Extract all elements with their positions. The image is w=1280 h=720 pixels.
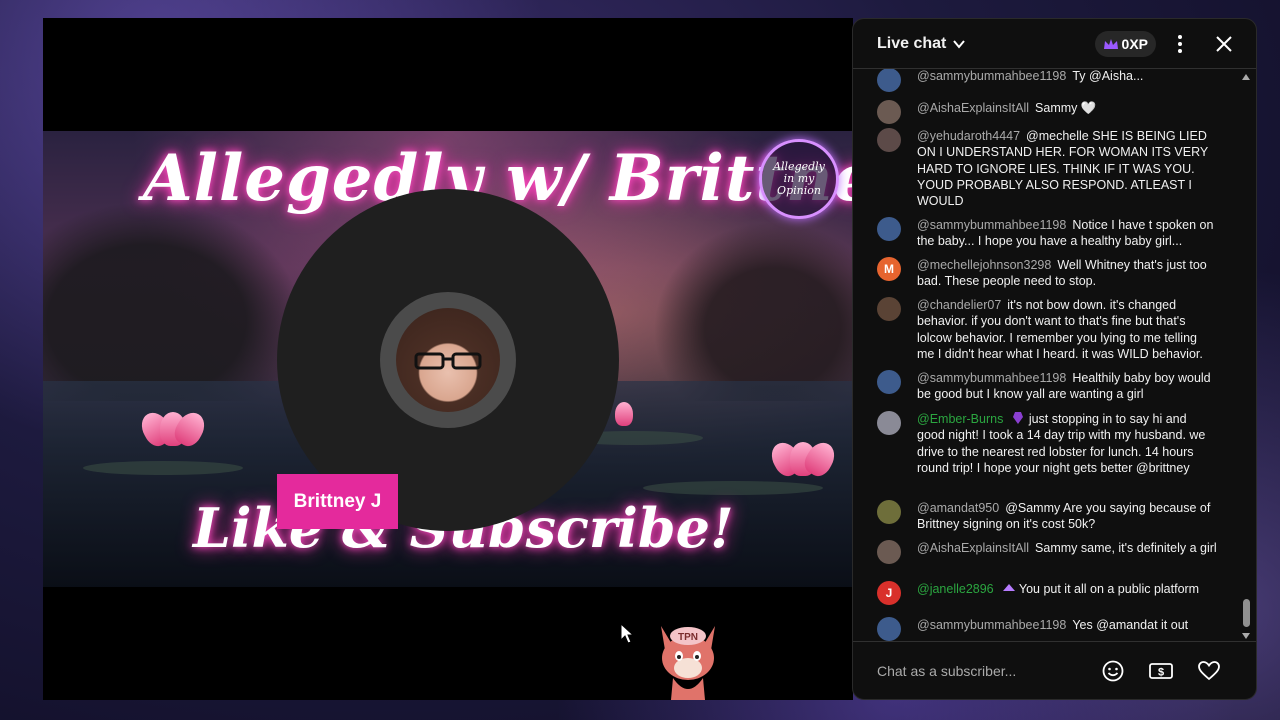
chat-title[interactable]: Live chat (877, 35, 946, 53)
banner-seal-logo: Allegedly in my Opinion (759, 139, 839, 219)
user-avatar[interactable] (877, 100, 901, 124)
message-text: Yes @amandat it out (1072, 618, 1189, 632)
user-avatar[interactable] (877, 540, 901, 564)
chat-message: @sammybummahbee1198 Yes @amandat it out (877, 617, 1217, 641)
message-text: Sammy same, it's definitely a girl (1035, 541, 1217, 555)
message-author[interactable]: @AishaExplainsItAll (917, 101, 1029, 115)
lotus-flower (133, 406, 213, 451)
heart-icon (1198, 660, 1220, 680)
chat-scrollbar[interactable] (1243, 599, 1250, 627)
video-player[interactable]: Allegedly w/ Brittney J Allegedly in my … (43, 18, 853, 700)
mouse-cursor-icon (620, 622, 633, 644)
kebab-menu-icon (1178, 34, 1182, 53)
chat-message: @sammybummahbee1198 Notice I have t spoke… (877, 217, 1217, 250)
xp-badge[interactable]: 0XP (1094, 30, 1156, 57)
speaker-name-tag: Brittney J (277, 474, 398, 529)
scroll-up-arrow-icon[interactable] (1242, 74, 1250, 80)
user-avatar[interactable] (877, 217, 901, 241)
message-author[interactable]: @AishaExplainsItAll (917, 541, 1029, 555)
message-author[interactable]: @yehudaroth4447 (917, 129, 1020, 143)
super-chat-button[interactable]: $ (1141, 651, 1181, 691)
user-avatar[interactable] (877, 128, 901, 152)
speaker-avatar (380, 292, 516, 428)
user-avatar[interactable]: M (877, 257, 901, 281)
chat-message: @sammybummahbee1198 Healthily baby boy wo… (877, 370, 1217, 403)
chat-message: @sammybummahbee1198 Ty @Aisha... (877, 69, 1217, 92)
chevron-down-icon[interactable] (952, 37, 966, 51)
message-author[interactable]: @janelle2896 (917, 582, 994, 596)
chat-message-list[interactable]: @sammybummahbee1198 Ty @Aisha... @AishaEx… (853, 69, 1256, 643)
banner-trees-left (43, 201, 303, 401)
user-avatar[interactable] (877, 411, 901, 435)
glasses-icon (414, 352, 482, 370)
lily-pad (83, 461, 243, 475)
more-options-button[interactable] (1160, 24, 1200, 64)
chat-footer: $ (853, 641, 1256, 699)
close-chat-button[interactable] (1204, 24, 1244, 64)
message-author[interactable]: @sammybummahbee1198 (917, 618, 1066, 632)
like-button[interactable] (1189, 651, 1229, 691)
member-badge-icon (1013, 412, 1024, 424)
message-author[interactable]: @sammybummahbee1198 (917, 218, 1066, 232)
banner-trees-right (653, 221, 853, 401)
message-text: You put it all on a public platform (1018, 582, 1200, 596)
message-text: Sammy 🤍 (1035, 101, 1097, 115)
money-icon: $ (1149, 662, 1173, 679)
message-text: Ty @Aisha... (1072, 69, 1144, 83)
close-icon (1216, 35, 1232, 52)
svg-text:$: $ (1158, 666, 1164, 678)
user-avatar[interactable] (877, 69, 901, 92)
smiley-icon (1102, 660, 1124, 681)
xp-value: 0XP (1121, 35, 1148, 52)
scroll-down-arrow-icon[interactable] (1242, 633, 1250, 639)
message-author[interactable]: @amandat950 (917, 501, 999, 515)
chat-message: J @janelle2896 You put it all on a publi… (877, 581, 1217, 605)
chat-message: @amandat950 @Sammy Are you saying because… (877, 500, 1217, 533)
user-avatar[interactable] (877, 297, 901, 321)
live-chat-panel: Live chat 0XP @sammybummahbee1198 Ty @Ais… (852, 18, 1257, 700)
chat-message: @yehudaroth4447 @mechelle SHE IS BEING LI… (877, 128, 1217, 209)
crown-icon (1103, 38, 1118, 49)
message-author[interactable]: @Ember-Burns (917, 412, 1003, 426)
chat-message: @Ember-Burns just stopping in to say hi … (877, 411, 1217, 476)
user-avatar[interactable] (877, 500, 901, 524)
chat-message: @chandelier07 it's not bow down. it's cha… (877, 297, 1217, 362)
chat-header: Live chat 0XP (853, 19, 1256, 69)
fox-mascot-icon: TPN (661, 626, 715, 700)
message-author[interactable]: @chandelier07 (917, 298, 1001, 312)
user-avatar[interactable]: J (877, 581, 901, 605)
user-avatar[interactable] (877, 370, 901, 394)
lotus-flower (763, 436, 843, 481)
user-avatar[interactable] (877, 617, 901, 641)
chat-message: M @mechellejohnson3298 Well Whitney that'… (877, 257, 1217, 290)
chat-message: @AishaExplainsItAll Sammy 🤍 (877, 100, 1217, 124)
chat-input[interactable] (877, 653, 1087, 688)
mascot-label: TPN (678, 632, 698, 643)
lily-pad (643, 481, 823, 495)
speaker-photo (396, 308, 500, 412)
message-author[interactable]: @mechellejohnson3298 (917, 258, 1051, 272)
message-author[interactable]: @sammybummahbee1198 (917, 69, 1066, 83)
member-badge-icon (1002, 584, 1015, 591)
message-author[interactable]: @sammybummahbee1198 (917, 371, 1066, 385)
emoji-button[interactable] (1093, 651, 1133, 691)
chat-message: @AishaExplainsItAll Sammy same, it's defi… (877, 540, 1217, 564)
